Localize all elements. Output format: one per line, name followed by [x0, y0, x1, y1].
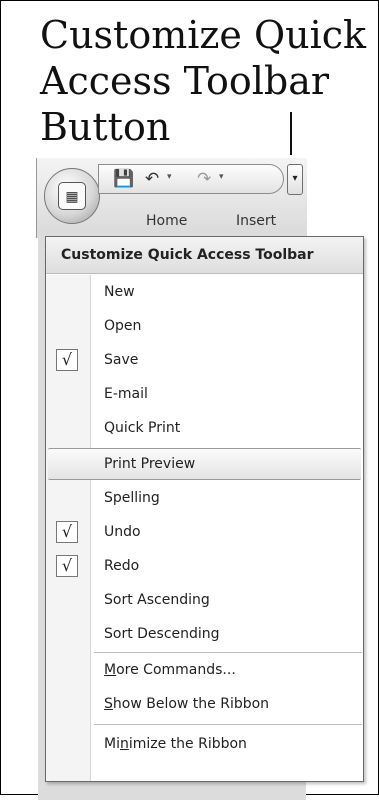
menu-item-new[interactable]: New	[46, 275, 363, 309]
access-key: n	[119, 736, 129, 752]
menu-item-print-preview[interactable]: Print Preview	[48, 448, 361, 480]
menu-item-redo[interactable]: √ Redo	[46, 549, 363, 583]
label-part: ore Commands...	[116, 662, 236, 678]
office-button[interactable]: ▦	[44, 168, 100, 224]
menu-item-open[interactable]: Open	[46, 309, 363, 343]
menu-item-label: Undo	[104, 524, 141, 540]
label-part: Mi	[104, 736, 120, 752]
customize-qat-button[interactable]: ▾	[287, 164, 303, 195]
undo-dropdown-icon[interactable]: ▾	[167, 171, 172, 182]
menu-item-sort-descending[interactable]: Sort Descending	[46, 617, 363, 651]
label-part: imize the Ribbon	[128, 736, 247, 752]
menu-item-email[interactable]: E-mail	[46, 377, 363, 411]
menu-item-spelling[interactable]: Spelling	[46, 481, 363, 515]
menu-item-label: Save	[104, 352, 139, 368]
quick-access-toolbar: 💾 ↶ ▾ ↷ ▾	[98, 164, 284, 194]
menu-item-label: Minimize the Ribbon	[104, 727, 247, 761]
menu-separator	[94, 724, 362, 725]
callout-pointer-line	[290, 112, 292, 155]
save-icon[interactable]: 💾	[113, 169, 134, 189]
customize-qat-menu: Customize Quick Access Toolbar New Open …	[45, 236, 364, 782]
redo-dropdown-icon[interactable]: ▾	[219, 171, 224, 182]
menu-item-label: Show Below the Ribbon	[104, 687, 269, 721]
menu-item-label: Sort Ascending	[104, 592, 210, 608]
caption-line-3: Button	[40, 105, 171, 149]
undo-icon[interactable]: ↶	[145, 169, 159, 189]
menu-item-label: New	[104, 284, 135, 300]
caption-line-1: Customize Quick	[40, 13, 367, 57]
checkmark-icon: √	[56, 349, 78, 371]
customize-dropdown-icon: ▾	[292, 173, 298, 184]
menu-item-label: Redo	[104, 558, 140, 574]
menu-item-label: Spelling	[104, 490, 160, 506]
menu-item-label: More Commands...	[104, 653, 236, 687]
redo-icon[interactable]: ↷	[197, 169, 211, 189]
menu-item-minimize-ribbon[interactable]: Minimize the Ribbon	[46, 727, 363, 761]
tab-insert[interactable]: Insert	[236, 213, 276, 229]
menu-item-more-commands[interactable]: More Commands...	[46, 653, 363, 687]
menu-title: Customize Quick Access Toolbar	[46, 237, 363, 274]
tab-home[interactable]: Home	[146, 213, 187, 229]
menu-item-label: Print Preview	[104, 456, 196, 472]
menu-item-quick-print[interactable]: Quick Print	[46, 411, 363, 445]
caption-line-2: Access Toolbar	[40, 59, 330, 103]
menu-item-label: Sort Descending	[104, 626, 220, 642]
office-logo-icon: ▦	[58, 182, 86, 210]
label-part: how Below the Ribbon	[112, 696, 270, 712]
menu-item-sort-ascending[interactable]: Sort Ascending	[46, 583, 363, 617]
menu-item-label: Quick Print	[104, 420, 181, 436]
figure-caption: Customize Quick Access Toolbar Button	[40, 12, 370, 150]
checkmark-icon: √	[56, 521, 78, 543]
menu-item-undo[interactable]: √ Undo	[46, 515, 363, 549]
menu-item-label: Open	[104, 318, 142, 334]
menu-item-save[interactable]: √ Save	[46, 343, 363, 377]
menu-item-label: E-mail	[104, 386, 148, 402]
menu-item-show-below-ribbon[interactable]: Show Below the Ribbon	[46, 687, 363, 721]
access-key: M	[104, 662, 117, 678]
checkmark-icon: √	[56, 555, 78, 577]
access-key: S	[104, 696, 113, 712]
